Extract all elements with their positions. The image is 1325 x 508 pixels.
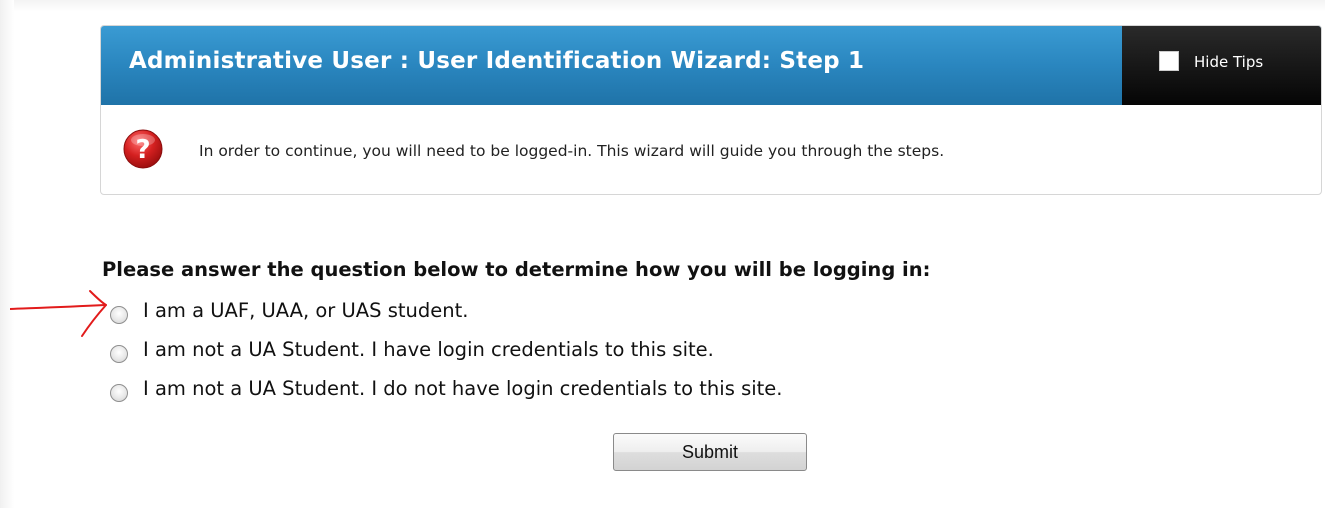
wizard-header: Administrative User : User Identificatio… — [101, 26, 1321, 105]
login-options: I am a UAF, UAA, or UAS student. I am no… — [110, 295, 782, 412]
hide-tips-checkbox[interactable] — [1159, 51, 1179, 71]
hide-tips-toggle[interactable]: Hide Tips — [1122, 26, 1321, 105]
submit-button[interactable]: Submit — [613, 433, 807, 471]
radio-ua-student[interactable] — [110, 305, 128, 324]
hide-tips-label[interactable]: Hide Tips — [1194, 53, 1263, 71]
option-label[interactable]: I am not a UA Student. I do not have log… — [143, 377, 782, 400]
wizard-panel: Administrative User : User Identificatio… — [100, 25, 1322, 195]
option-no-credentials[interactable]: I am not a UA Student. I do not have log… — [110, 373, 782, 412]
svg-text:?: ? — [135, 135, 150, 165]
top-shade — [0, 0, 1325, 12]
login-question: Please answer the question below to dete… — [102, 258, 931, 281]
wizard-title: Administrative User : User Identificatio… — [129, 48, 865, 74]
option-ua-student[interactable]: I am a UAF, UAA, or UAS student. — [110, 295, 782, 334]
red-arrow-annotation — [10, 290, 107, 337]
option-label[interactable]: I am a UAF, UAA, or UAS student. — [143, 299, 468, 322]
option-has-credentials[interactable]: I am not a UA Student. I have login cred… — [110, 334, 782, 373]
option-label[interactable]: I am not a UA Student. I have login cred… — [143, 338, 714, 361]
radio-has-credentials[interactable] — [110, 344, 128, 363]
question-mark-icon: ? — [123, 129, 163, 169]
wizard-tip-text: In order to continue, you will need to b… — [199, 142, 945, 160]
radio-no-credentials[interactable] — [110, 383, 128, 402]
page: Administrative User : User Identificatio… — [0, 0, 1325, 508]
left-shade — [0, 0, 14, 508]
